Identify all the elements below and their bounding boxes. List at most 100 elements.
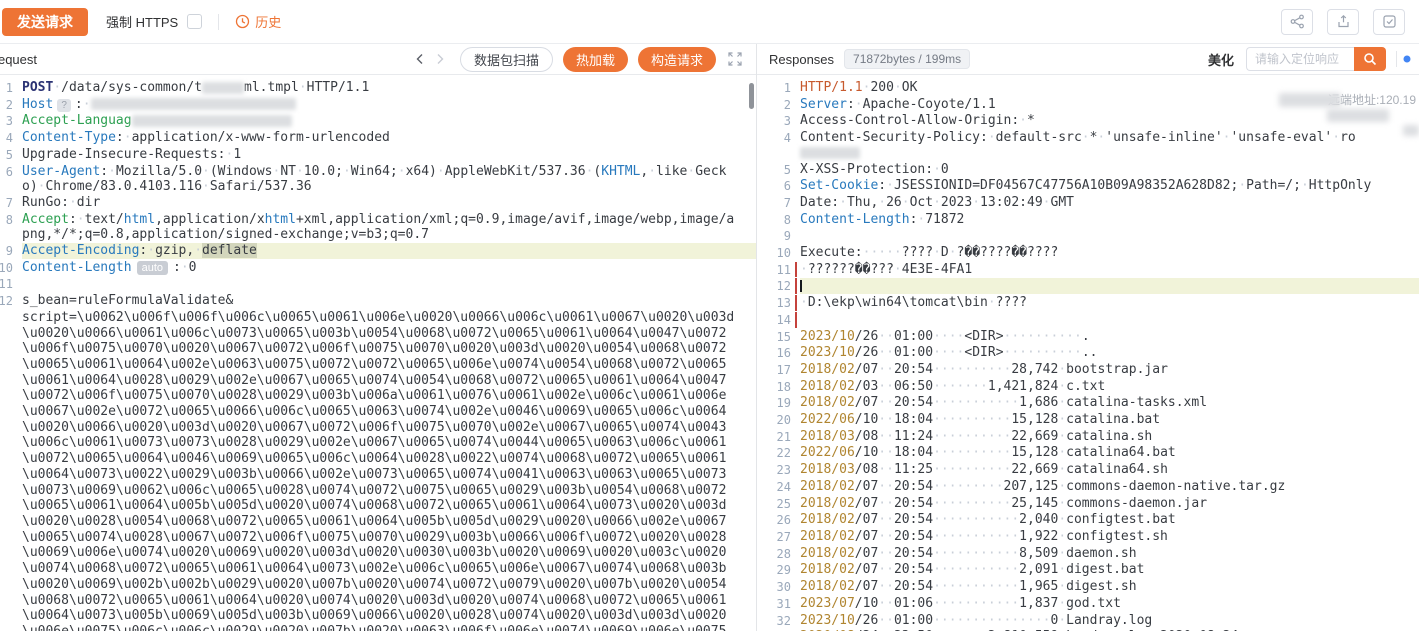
code-text: Content-Type [22, 130, 116, 145]
send-request-button[interactable]: 发送请求 [2, 8, 88, 36]
code-line: 322023/10/26··01:00···············0·Land… [757, 613, 1419, 630]
line-number: 10 [757, 245, 791, 262]
code-text: /10··18:04··········15,128·catalina64.ba… [855, 445, 1176, 460]
line-number: 5 [757, 162, 791, 179]
line-number: 22 [757, 445, 791, 462]
masked-text [132, 115, 292, 127]
request-scrollbar[interactable] [749, 83, 754, 109]
share-icon [1290, 14, 1305, 29]
back-arrow-icon[interactable] [410, 49, 430, 69]
packet-scan-button[interactable]: 数据包扫描 [460, 47, 553, 72]
share-button[interactable] [1281, 9, 1313, 35]
build-request-button[interactable]: 构造请求 [638, 47, 716, 72]
code-text: Access-Control-Allow-Origin:·* [800, 113, 1035, 128]
code-text: 2018/02 [800, 579, 855, 594]
code-line: 13·D:\ekp\win64\tomcat\bin·???? [757, 295, 1419, 312]
code-text: 2018/02 [800, 395, 855, 410]
line-number: 25 [757, 496, 791, 513]
main-split: Request 数据包扫描 热加载 构造请求 [0, 44, 1419, 631]
code-line: 7RunGo:·dir [0, 195, 756, 212]
code-text: 2018/02 [800, 562, 855, 577]
masked-text [91, 98, 296, 110]
code-text: 2018/02 [800, 546, 855, 561]
line-number: 8 [757, 212, 791, 229]
code-text: ·??????��???·4E3E-4FA1 [800, 262, 972, 277]
response-search-button[interactable] [1354, 47, 1386, 71]
line-number: 7 [757, 195, 791, 212]
code-text: /07··20:54·········207,125·commons-daemo… [855, 479, 1286, 494]
code-text: User-Agent [22, 164, 100, 179]
hot-reload-button[interactable]: 热加载 [563, 47, 628, 72]
code-line: 9 [757, 228, 1419, 245]
code-text: Accept-Encoding [22, 243, 139, 258]
select-check-button[interactable] [1373, 9, 1405, 35]
code-text: Accept [22, 212, 69, 227]
masked-region [1279, 93, 1341, 107]
code-text: /10··01:06···········1,837·god.txt [855, 596, 1121, 611]
beautify-button[interactable]: 美化 [1208, 50, 1234, 69]
code-text: 2022/06 [800, 412, 855, 427]
line-number: 26 [757, 512, 791, 529]
history-button[interactable]: 历史 [235, 12, 281, 31]
line-number: 29 [757, 562, 791, 579]
code-text: Execute:·····????·D·?��????��???? [800, 245, 1058, 260]
line-number: 16 [757, 345, 791, 362]
code-text: 2018/03 [800, 429, 855, 444]
response-header: Responses 71872bytes / 199ms 美化 [757, 44, 1419, 75]
code-text: 2018/02 [800, 512, 855, 527]
line-number: 6 [757, 178, 791, 195]
code-text: /26··01:00····<DIR>··········. [855, 329, 1090, 344]
code-text: /07··20:54··········28,742·bootstrap.jar [855, 362, 1168, 377]
tab-responses[interactable]: Responses [769, 52, 834, 67]
code-text: :·0 [173, 260, 196, 275]
line-number: 3 [757, 113, 791, 130]
line-number: 6 [0, 164, 13, 181]
request-editor[interactable]: 1POST·/data/sys-common/tml.tmpl·HTTP/1.1… [0, 75, 756, 631]
code-text: /26··01:00····<DIR>··········.. [855, 345, 1098, 360]
export-button[interactable] [1327, 9, 1359, 35]
code-line: 192018/02/07··20:54···········1,686·cata… [757, 395, 1419, 412]
response-search-input[interactable] [1246, 47, 1354, 71]
code-text: Server [800, 97, 847, 112]
code-line: script=\u0062\u006f\u006f\u006c\u0065\u0… [0, 310, 756, 631]
request-panel: Request 数据包扫描 热加载 构造请求 [0, 44, 757, 631]
code-text: html [124, 212, 155, 227]
auto-badge: auto [137, 261, 168, 275]
code-line: 12s_bean=ruleFormulaValidate& [0, 293, 756, 310]
line-number: 20 [757, 412, 791, 429]
response-panel: Responses 71872bytes / 199ms 美化 [757, 44, 1419, 631]
code-line: 7 Date:·Thu,·26·Oct·2023·13:02:49·GMT [757, 195, 1419, 212]
code-line: 3 Access-Control-Allow-Origin:·* [757, 113, 1419, 130]
code-line: 1POST·/data/sys-common/tml.tmpl·HTTP/1.1 [0, 80, 756, 97]
line-number: 11 [757, 262, 791, 279]
code-text: Date:·Thu,·26·Oct·2023·13:02:49·GMT [800, 195, 1074, 210]
line-number: 24 [757, 479, 791, 496]
code-text: 2023/10 [800, 345, 855, 360]
request-header: Request 数据包扫描 热加载 构造请求 [0, 44, 756, 75]
line-number: 1 [757, 80, 791, 97]
line-number: 2 [0, 97, 13, 114]
code-text: 2018/03 [800, 462, 855, 477]
line-number: 28 [757, 546, 791, 563]
force-https-checkbox[interactable] [187, 14, 202, 29]
line-number: 1 [0, 80, 13, 97]
code-line: 12 [757, 278, 1419, 295]
code-line: 16 2023/10/26··01:00····<DIR>··········.. [757, 345, 1419, 362]
line-number: 15 [757, 329, 791, 346]
line-number: 17 [757, 362, 791, 379]
code-line: 292018/02/07··20:54···········2,091·dige… [757, 562, 1419, 579]
clock-icon [235, 14, 250, 29]
expand-icon[interactable] [728, 52, 742, 66]
code-text: /08··11:24··········22,669·catalina.sh [855, 429, 1152, 444]
line-number: 5 [0, 147, 13, 164]
divider [218, 14, 219, 30]
search-icon [1363, 52, 1377, 66]
line-number: 4 [757, 130, 791, 147]
code-line: 212018/03/08··11:24··········22,669·cata… [757, 429, 1419, 446]
forward-arrow-icon[interactable] [430, 49, 450, 69]
code-line: 232018/03/08··11:25··········22,669·cata… [757, 462, 1419, 479]
code-text: ·D:\ekp\win64\tomcat\bin·???? [800, 295, 1027, 310]
line-number: 27 [757, 529, 791, 546]
response-editor[interactable]: 远端地址:120.19 1HTTP/1.1·200·OK2Server:·Apa… [757, 75, 1419, 631]
masked-text [202, 82, 244, 94]
